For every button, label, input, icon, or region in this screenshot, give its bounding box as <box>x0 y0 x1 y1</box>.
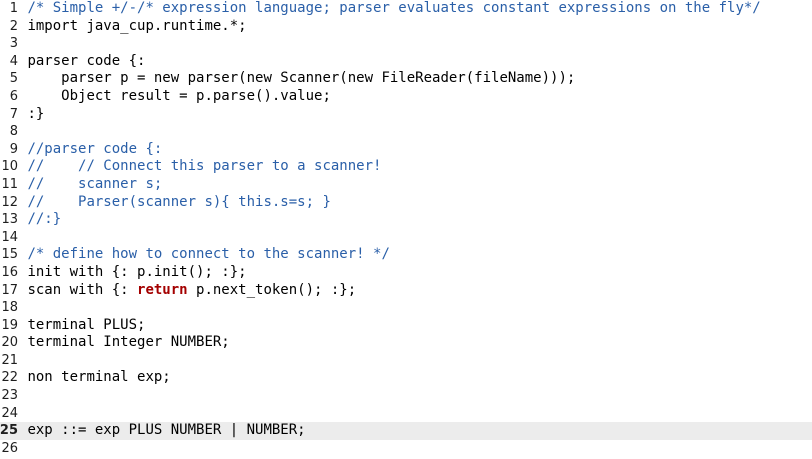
code-line[interactable]: 22 non terminal exp; <box>0 369 812 387</box>
line-number: 9 <box>9 141 18 157</box>
code-text[interactable] <box>18 229 27 247</box>
code-token: parser p = new parser(new Scanner(new Fi… <box>27 70 576 87</box>
code-token: scan with {: <box>27 281 138 298</box>
code-line[interactable]: 6 Object result = p.parse().value; <box>0 88 812 106</box>
line-number: 19 <box>1 317 18 333</box>
line-number: 14 <box>1 229 18 245</box>
code-text[interactable]: :} <box>18 106 44 124</box>
code-line[interactable]: 5 parser p = new parser(new Scanner(new … <box>0 70 812 88</box>
line-number: 13 <box>1 212 18 228</box>
code-line[interactable]: 15 /* define how to connect to the scann… <box>0 246 812 264</box>
code-token: init with {: p.init(); :}; <box>27 263 247 280</box>
line-number: 23 <box>1 388 18 404</box>
code-line[interactable]: 1 /* Simple +/-/* expression language; p… <box>0 0 812 18</box>
line-number: 25 <box>0 423 18 439</box>
code-line[interactable]: 17 scan with {: return p.next_token(); :… <box>0 282 812 300</box>
line-number: 22 <box>1 370 18 386</box>
code-text[interactable]: scan with {: return p.next_token(); :}; <box>18 282 356 300</box>
code-line[interactable]: 3 <box>0 35 812 53</box>
code-text[interactable]: parser p = new parser(new Scanner(new Fi… <box>18 70 575 88</box>
code-text[interactable]: //:} <box>18 211 61 229</box>
code-text[interactable]: init with {: p.init(); :}; <box>18 263 247 282</box>
code-text[interactable]: // // Connect this parser to a scanner! <box>18 158 381 176</box>
code-text[interactable]: // scanner s; <box>18 176 162 194</box>
comment-token: //parser code {: <box>27 140 163 157</box>
code-line[interactable]: 13 //:} <box>0 211 812 229</box>
line-number: 4 <box>9 53 18 69</box>
code-line[interactable]: 4 parser code {: <box>0 53 812 71</box>
line-number: 6 <box>9 88 18 104</box>
line-number: 15 <box>1 247 18 263</box>
code-line[interactable]: 20 terminal Integer NUMBER; <box>0 334 812 352</box>
code-text[interactable]: /* define how to connect to the scanner!… <box>18 246 390 264</box>
code-token: p.next_token(); :}; <box>187 281 357 298</box>
code-text[interactable]: Object result = p.parse().value; <box>18 88 331 106</box>
comment-token: // // Connect this parser to a scanner! <box>27 158 382 175</box>
code-text[interactable]: //parser code {: <box>18 141 162 159</box>
code-text[interactable]: terminal Integer NUMBER; <box>18 334 230 352</box>
code-text[interactable]: terminal PLUS; <box>18 317 145 335</box>
line-number: 1 <box>9 1 18 16</box>
line-number: 8 <box>9 124 18 140</box>
line-number: 10 <box>1 159 18 175</box>
code-token: non terminal exp; <box>27 369 171 386</box>
line-number: 3 <box>9 36 18 52</box>
code-text[interactable]: non terminal exp; <box>18 369 171 387</box>
line-number: 5 <box>9 71 18 87</box>
line-number: 24 <box>1 405 18 421</box>
code-token: :} <box>27 105 45 122</box>
keyword-token: return <box>137 281 188 298</box>
line-number: 12 <box>1 194 18 210</box>
comment-token: // scanner s; <box>27 175 163 192</box>
code-line[interactable]: 8 <box>0 123 812 141</box>
code-line[interactable]: 18 <box>0 299 812 317</box>
code-line[interactable]: 12 // Parser(scanner s){ this.s=s; } <box>0 194 812 212</box>
code-token: import java_cup.runtime.*; <box>27 17 247 34</box>
code-text[interactable]: exp ::= exp PLUS NUMBER | NUMBER; <box>18 422 306 440</box>
line-number: 16 <box>1 264 18 280</box>
comment-token: /* Simple +/-/* expression language; par… <box>27 0 761 16</box>
code-text[interactable] <box>18 352 27 370</box>
comment-token: //:} <box>27 211 62 228</box>
code-line[interactable]: 10 // // Connect this parser to a scanne… <box>0 158 812 176</box>
code-line[interactable]: 9 //parser code {: <box>0 141 812 159</box>
code-line[interactable]: 21 <box>0 352 812 370</box>
code-line[interactable]: 26 <box>0 440 812 458</box>
line-number: 18 <box>1 300 18 316</box>
line-number: 7 <box>9 106 18 122</box>
code-text[interactable]: import java_cup.runtime.*; <box>18 17 247 36</box>
line-number: 2 <box>9 18 18 34</box>
code-text[interactable]: /* Simple +/-/* expression language; par… <box>18 0 761 18</box>
code-line[interactable]: 11 // scanner s; <box>0 176 812 194</box>
code-text[interactable] <box>18 387 27 405</box>
code-text[interactable]: parser code {: <box>18 53 145 71</box>
code-line[interactable]: 7 :} <box>0 106 812 124</box>
code-text[interactable] <box>18 299 27 317</box>
code-line[interactable]: 16 init with {: p.init(); :}; <box>0 264 812 282</box>
line-number: 11 <box>1 176 18 192</box>
code-text[interactable] <box>18 440 27 458</box>
line-number: 20 <box>1 335 18 351</box>
code-token: terminal PLUS; <box>27 316 146 333</box>
code-line[interactable]: 2 import java_cup.runtime.*; <box>0 18 812 36</box>
code-line[interactable]: 25 exp ::= exp PLUS NUMBER | NUMBER; <box>0 422 812 440</box>
comment-token: // Parser(scanner s){ this.s=s; } <box>27 193 331 210</box>
comment-token: /* define how to connect to the scanner!… <box>27 246 390 263</box>
code-line[interactable]: 19 terminal PLUS; <box>0 317 812 335</box>
code-text[interactable]: // Parser(scanner s){ this.s=s; } <box>18 193 331 212</box>
code-text[interactable] <box>18 35 27 53</box>
code-text[interactable] <box>18 405 27 423</box>
code-text[interactable] <box>18 123 27 141</box>
code-line[interactable]: 24 <box>0 405 812 423</box>
code-line[interactable]: 14 <box>0 229 812 247</box>
line-number: 26 <box>1 440 18 456</box>
line-number: 17 <box>1 282 18 298</box>
code-token: terminal Integer NUMBER; <box>27 334 230 351</box>
code-editor[interactable]: 1 /* Simple +/-/* expression language; p… <box>0 0 812 459</box>
code-line[interactable]: 23 <box>0 387 812 405</box>
code-token: Object result = p.parse().value; <box>27 87 331 104</box>
code-token: exp ::= exp PLUS NUMBER | NUMBER; <box>27 422 306 439</box>
line-number: 21 <box>1 352 18 368</box>
code-token: parser code {: <box>27 52 146 69</box>
